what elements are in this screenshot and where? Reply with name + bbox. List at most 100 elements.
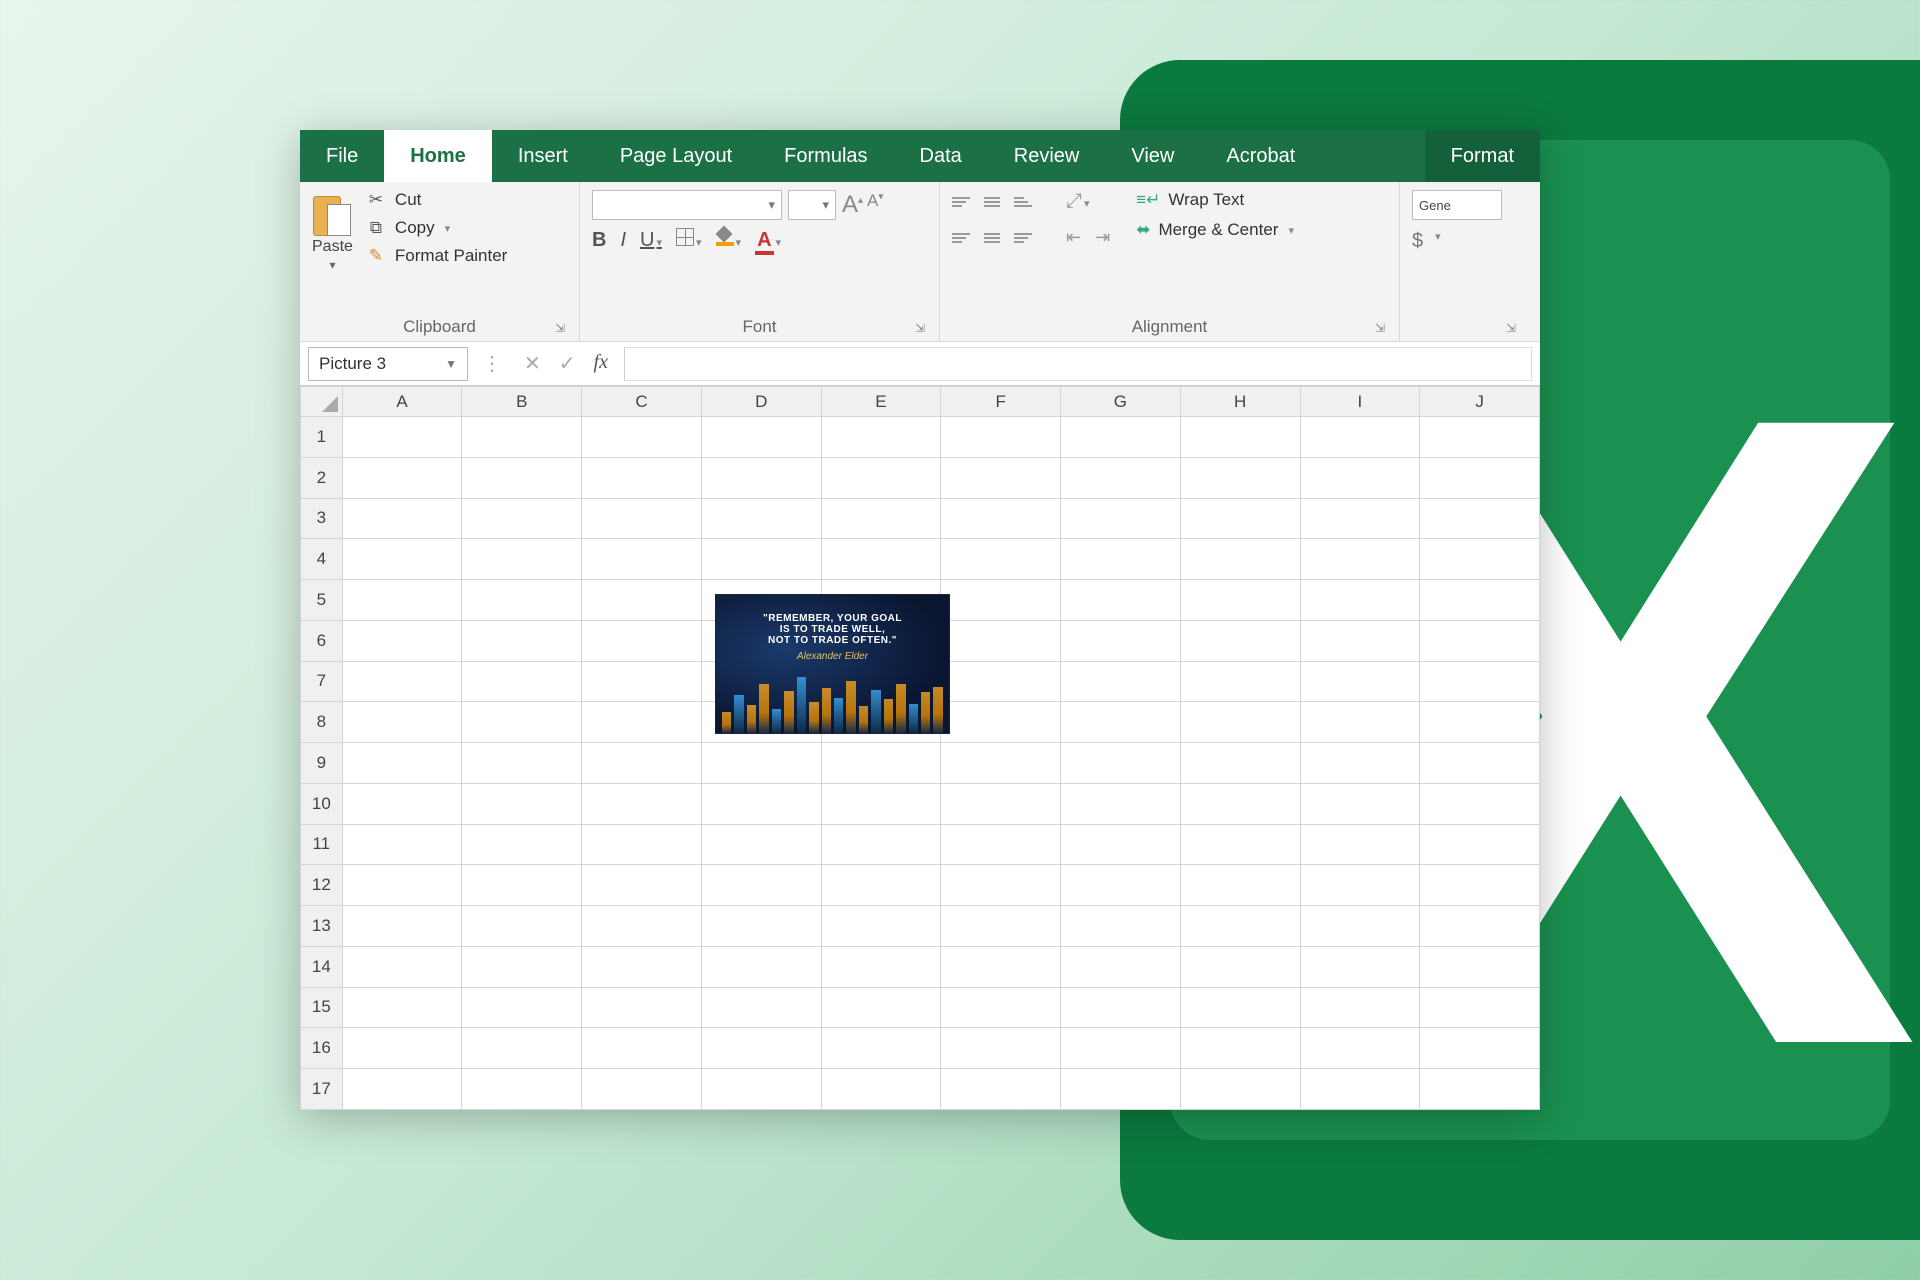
tab-home[interactable]: Home [384,130,492,182]
cell[interactable] [462,824,582,865]
cell[interactable] [582,498,702,539]
row-header[interactable]: 14 [301,946,343,987]
cell[interactable] [1420,580,1540,621]
spreadsheet-grid[interactable]: ABCDEFGHIJ1234567891011121314151617 [300,386,1540,1110]
cell[interactable] [1420,824,1540,865]
cell[interactable] [941,743,1061,784]
cell[interactable] [1420,987,1540,1028]
cell[interactable] [1420,498,1540,539]
cell[interactable] [1300,1069,1420,1110]
insert-function-button[interactable]: fx [594,351,608,376]
cell[interactable] [462,865,582,906]
cell[interactable] [462,1069,582,1110]
wrap-text-button[interactable]: ≡↵ Wrap Text [1136,190,1294,210]
cell[interactable] [462,987,582,1028]
tab-file[interactable]: File [300,130,384,182]
cell[interactable] [1300,539,1420,580]
tab-page-layout[interactable]: Page Layout [594,130,758,182]
column-header[interactable]: G [1061,387,1181,417]
formula-input[interactable] [624,347,1532,381]
cell[interactable] [701,865,821,906]
cell[interactable] [342,865,462,906]
cell[interactable] [342,417,462,458]
cell[interactable] [1061,620,1181,661]
column-header[interactable]: C [582,387,702,417]
cell[interactable] [701,539,821,580]
align-middle-button[interactable] [984,197,1000,207]
cell[interactable] [1420,702,1540,743]
cell[interactable] [1300,580,1420,621]
cell[interactable] [582,539,702,580]
cell[interactable] [821,498,941,539]
tab-data[interactable]: Data [894,130,988,182]
format-painter-button[interactable]: ✎ Format Painter [365,246,507,266]
column-header[interactable]: J [1420,387,1540,417]
cell[interactable] [941,580,1061,621]
column-header[interactable]: D [701,387,821,417]
cell[interactable] [1420,417,1540,458]
cell[interactable] [1180,824,1300,865]
cell[interactable] [1061,457,1181,498]
cell[interactable] [941,620,1061,661]
cell[interactable] [342,702,462,743]
cell[interactable] [941,987,1061,1028]
cell[interactable] [582,1069,702,1110]
cell[interactable] [462,457,582,498]
cell[interactable] [1180,417,1300,458]
cell[interactable] [342,539,462,580]
cell[interactable] [1300,987,1420,1028]
cell[interactable] [1420,1028,1540,1069]
cell[interactable] [342,824,462,865]
cell[interactable] [462,906,582,947]
cell[interactable] [582,783,702,824]
cell[interactable] [941,906,1061,947]
column-header[interactable]: F [941,387,1061,417]
underline-button[interactable]: U▾ [640,229,662,252]
bold-button[interactable]: B [592,229,606,252]
cell[interactable] [1180,987,1300,1028]
cell[interactable] [1180,743,1300,784]
cell[interactable] [1300,824,1420,865]
cell[interactable] [1180,620,1300,661]
cell[interactable] [1061,865,1181,906]
cell[interactable] [342,946,462,987]
cell[interactable] [582,457,702,498]
italic-button[interactable]: I [620,229,626,252]
cell[interactable] [582,702,702,743]
cell[interactable] [1420,620,1540,661]
cell[interactable] [821,987,941,1028]
cell[interactable] [941,783,1061,824]
cell[interactable] [342,783,462,824]
cell[interactable] [462,417,582,458]
cell[interactable] [1420,457,1540,498]
cell[interactable] [1180,783,1300,824]
cell[interactable] [462,743,582,784]
cell[interactable] [1300,1028,1420,1069]
tab-review[interactable]: Review [988,130,1106,182]
cell[interactable] [582,580,702,621]
cell[interactable] [1420,946,1540,987]
cell[interactable] [582,743,702,784]
cell[interactable] [1420,1069,1540,1110]
cell[interactable] [701,457,821,498]
font-size-combo[interactable]: ▾ [788,190,836,220]
cell[interactable] [1420,661,1540,702]
column-header[interactable]: A [342,387,462,417]
cell[interactable] [582,865,702,906]
cell[interactable] [821,457,941,498]
cell[interactable] [701,743,821,784]
cell[interactable] [342,620,462,661]
row-header[interactable]: 3 [301,498,343,539]
row-header[interactable]: 11 [301,824,343,865]
cell[interactable] [1300,743,1420,784]
cell[interactable] [1061,580,1181,621]
paste-button[interactable]: Paste ▾ [312,190,353,272]
cell[interactable] [1300,417,1420,458]
align-bottom-button[interactable] [1014,197,1032,207]
cell[interactable] [342,906,462,947]
decrease-indent-button[interactable]: ⇤ [1066,227,1081,248]
cell[interactable] [342,743,462,784]
enter-formula-button[interactable]: ✓ [559,351,576,376]
number-format-combo[interactable]: Gene [1412,190,1502,220]
row-header[interactable]: 4 [301,539,343,580]
